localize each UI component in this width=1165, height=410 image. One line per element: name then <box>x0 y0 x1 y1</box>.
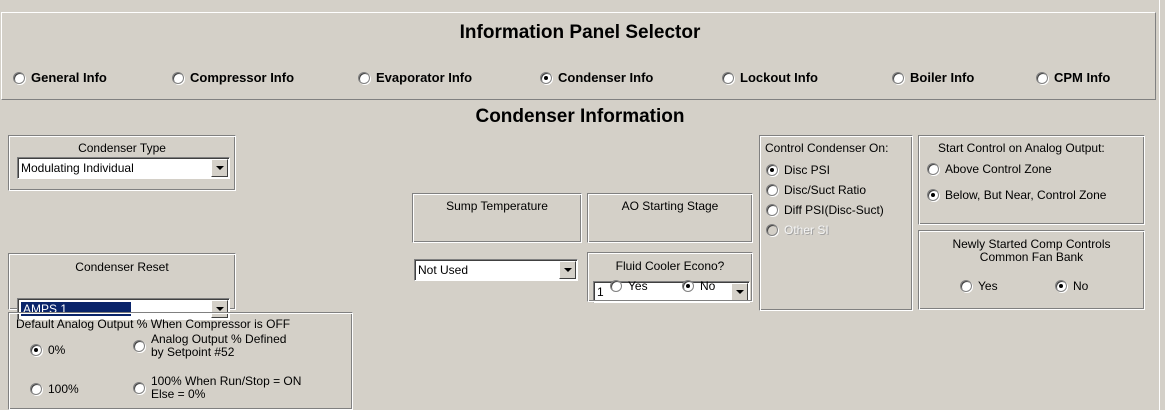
default-ao-100pct[interactable]: 100% <box>30 382 79 396</box>
vertical-scrollbar[interactable] <box>1159 0 1165 410</box>
condenser-info-title: Condenser Information <box>475 106 685 127</box>
chevron-down-icon[interactable] <box>211 159 228 177</box>
nav-cpm-info[interactable]: CPM Info <box>1036 70 1110 85</box>
condenser-type-select[interactable]: Modulating Individual <box>17 157 230 179</box>
nav-boiler-info[interactable]: Boiler Info <box>892 70 974 85</box>
radio-diff-psi[interactable] <box>766 204 778 216</box>
control-condenser-label: Control Condenser On: <box>765 141 889 155</box>
newly-started-yes[interactable]: Yes <box>960 279 998 293</box>
sump-temperature-select[interactable]: Not Used <box>414 259 578 281</box>
ao-starting-stage-label: AO Starting Stage <box>621 199 719 213</box>
control-other-si: Other SI <box>766 223 829 237</box>
radio-condenser-info[interactable] <box>540 71 552 84</box>
control-disc-suct-ratio[interactable]: Disc/Suct Ratio <box>766 183 866 197</box>
condenser-reset-label: Condenser Reset <box>75 260 169 274</box>
radio-boiler-info[interactable] <box>892 71 904 84</box>
control-diff-psi[interactable]: Diff PSI(Disc-Suct) <box>766 203 884 217</box>
nav-evaporator-info[interactable]: Evaporator Info <box>358 70 472 85</box>
radio-fluid-cooler-yes[interactable] <box>610 280 622 292</box>
nav-lockout-info[interactable]: Lockout Info <box>722 70 818 85</box>
sump-temperature-label: Sump Temperature <box>446 199 548 213</box>
radio-newly-started-no[interactable] <box>1055 280 1067 292</box>
radio-other-si <box>766 224 778 236</box>
newly-started-label: Newly Started Comp Controls Common Fan B… <box>952 237 1111 264</box>
radio-general-info[interactable] <box>13 71 25 84</box>
nav-compressor-info[interactable]: Compressor Info <box>172 70 294 85</box>
fluid-cooler-no[interactable]: No <box>682 279 715 293</box>
radio-lockout-info[interactable] <box>722 71 734 84</box>
control-disc-psi[interactable]: Disc PSI <box>766 163 830 177</box>
start-control-label: Start Control on Analog Output: <box>938 141 1105 155</box>
chevron-down-icon[interactable] <box>559 261 576 279</box>
radio-evaporator-info[interactable] <box>358 71 370 84</box>
condenser-type-value: Modulating Individual <box>21 161 134 175</box>
radio-ao-100pct[interactable] <box>30 383 42 395</box>
default-ao-label: Default Analog Output % When Compressor … <box>16 317 291 331</box>
radio-above-zone[interactable] <box>927 163 939 175</box>
condenser-type-label: Condenser Type <box>78 141 166 155</box>
start-above-zone[interactable]: Above Control Zone <box>927 162 1052 176</box>
radio-newly-started-yes[interactable] <box>960 280 972 292</box>
default-ao-0pct[interactable]: 0% <box>30 343 65 357</box>
fluid-cooler-yes[interactable]: Yes <box>610 279 648 293</box>
nav-general-info[interactable]: General Info <box>13 70 107 85</box>
start-below-zone[interactable]: Below, But Near, Control Zone <box>927 188 1106 202</box>
radio-ao-setpoint[interactable] <box>133 340 145 352</box>
radio-disc-psi[interactable] <box>766 164 778 176</box>
radio-cpm-info[interactable] <box>1036 71 1048 84</box>
radio-ao-0pct[interactable] <box>30 344 42 356</box>
radio-compressor-info[interactable] <box>172 71 184 84</box>
radio-ao-runstop[interactable] <box>133 382 145 394</box>
radio-below-zone[interactable] <box>927 189 939 201</box>
nav-condenser-info[interactable]: Condenser Info <box>540 70 653 85</box>
selector-title: Information Panel Selector <box>459 22 701 43</box>
fluid-cooler-label: Fluid Cooler Econo? <box>615 259 725 273</box>
radio-fluid-cooler-no[interactable] <box>682 280 694 292</box>
radio-disc-suct-ratio[interactable] <box>766 184 778 196</box>
sump-temperature-value: Not Used <box>418 263 469 277</box>
newly-started-no[interactable]: No <box>1055 279 1088 293</box>
